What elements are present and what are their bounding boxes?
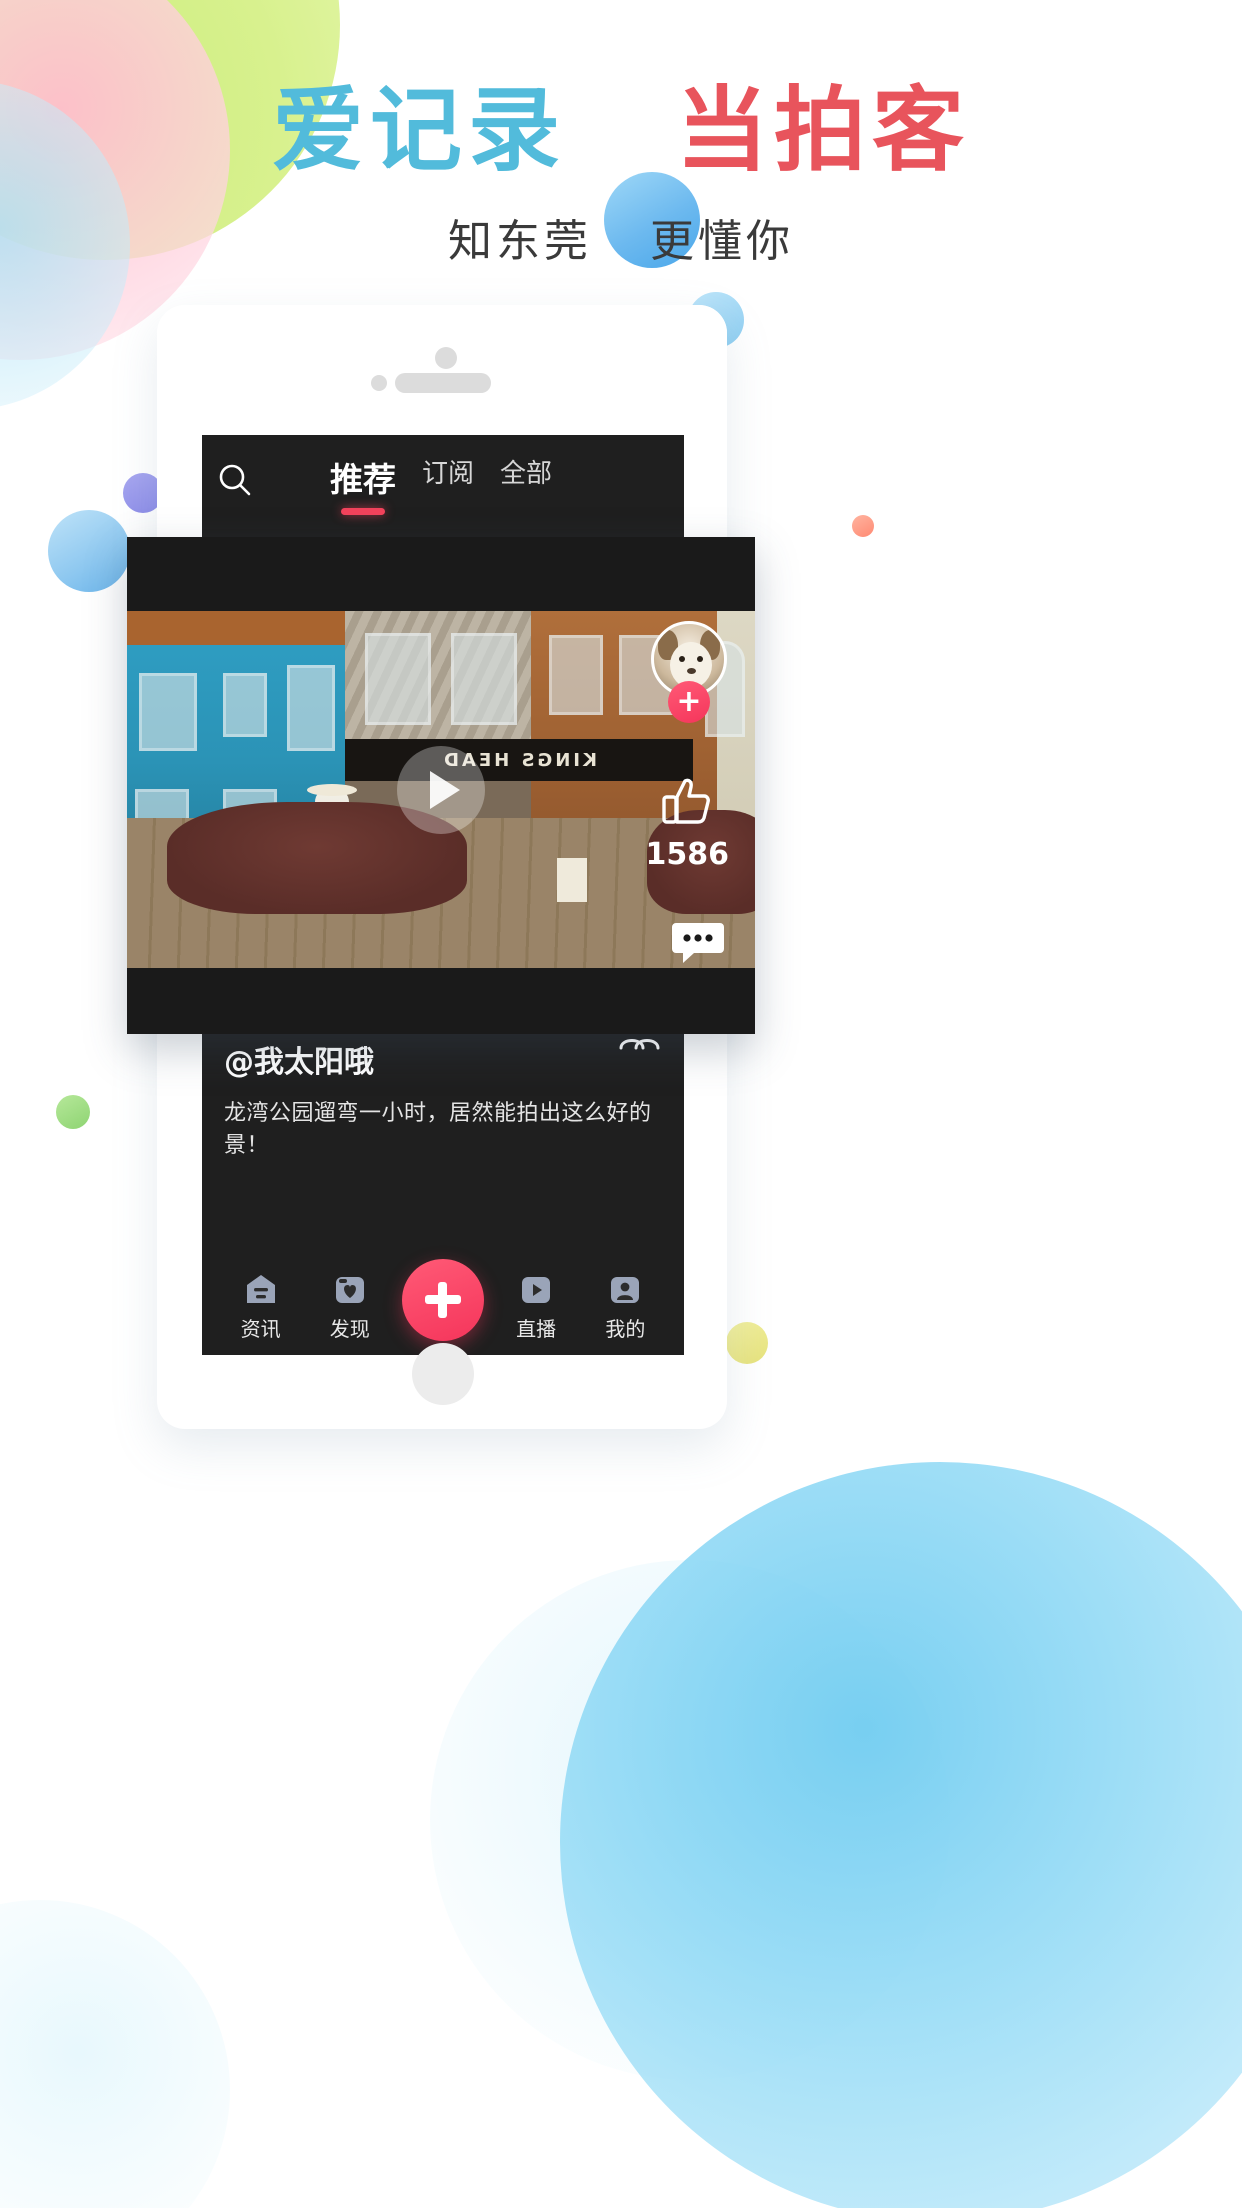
nav-item-news[interactable]: 资讯 — [224, 1272, 298, 1342]
shop-sign: KINGS HEAD — [345, 739, 693, 781]
sensor-dot-icon — [371, 375, 387, 391]
camera-dot-icon — [435, 347, 457, 369]
thumbs-up-icon — [659, 778, 715, 833]
shop-sign-text: KINGS HEAD — [441, 749, 597, 771]
home-button[interactable] — [412, 1343, 474, 1405]
discover-icon — [333, 1272, 367, 1306]
headline-part-2: 当拍客 — [676, 77, 971, 184]
hero-text-block: 爱记录 当拍客 知东莞 更懂你 — [0, 0, 1242, 269]
window-4 — [365, 633, 431, 725]
subtitle-part-2: 更懂你 — [650, 216, 794, 268]
page-title: 爱记录 当拍客 — [0, 80, 1242, 181]
nav-profile-label: 我的 — [605, 1317, 646, 1341]
planter — [557, 858, 587, 902]
nav-news-label: 资讯 — [240, 1317, 281, 1341]
search-icon[interactable] — [216, 461, 254, 499]
window-1 — [139, 673, 197, 751]
live-icon — [519, 1272, 553, 1306]
profile-icon — [608, 1272, 642, 1306]
person-hat — [307, 784, 357, 796]
plus-icon — [424, 1282, 461, 1318]
blob-bottomleft — [0, 1900, 230, 2208]
tab-all[interactable]: 全部 — [500, 453, 552, 504]
window-5 — [451, 633, 517, 725]
like-count: 1586 — [645, 837, 730, 872]
video-card[interactable]: KINGS HEAD + 1586 — [127, 537, 755, 1034]
nav-discover-label: 发现 — [329, 1317, 370, 1341]
tab-recommend-label: 推荐 — [330, 460, 396, 499]
window-2 — [223, 673, 267, 737]
post-caption: 龙湾公园遛弯一小时，居然能拍出这么好的景！ — [224, 1101, 652, 1158]
tab-all-label: 全部 — [500, 459, 553, 489]
page-subtitle: 知东莞 更懂你 — [0, 205, 1242, 269]
tab-active-indicator — [341, 508, 385, 515]
blob-blue-medium — [48, 510, 130, 592]
tab-subscribe-label: 订阅 — [422, 459, 475, 489]
video-card-bottom-bar — [127, 968, 755, 1034]
create-post-button[interactable] — [401, 1259, 484, 1341]
author-avatar-group[interactable]: + — [651, 621, 727, 723]
headline-part-1: 爱记录 — [271, 77, 566, 184]
news-icon — [244, 1272, 278, 1306]
avatar-eye-left — [679, 656, 685, 662]
bottom-navigation: 资讯 发现 直播 我的 — [202, 1259, 684, 1355]
blob-yellow-small — [726, 1322, 768, 1364]
avatar-eye-right — [697, 656, 703, 662]
nav-live-label: 直播 — [516, 1317, 557, 1341]
play-icon[interactable] — [397, 745, 485, 834]
speaker-bar-icon — [395, 373, 491, 393]
phone-notch — [157, 305, 727, 435]
feed-tabs: 推荐 订阅 全部 — [330, 453, 552, 515]
blob-orange-small — [852, 515, 874, 537]
post-username[interactable]: @我太阳哦 — [224, 1037, 664, 1081]
video-card-top-bar — [127, 537, 755, 611]
app-header: 推荐 订阅 全部 — [202, 435, 684, 535]
tab-recommend[interactable]: 推荐 — [330, 453, 396, 515]
play-triangle — [430, 770, 460, 809]
window-6 — [549, 635, 603, 715]
nav-item-live[interactable]: 直播 — [499, 1272, 573, 1342]
window-3 — [287, 665, 335, 751]
follow-button[interactable]: + — [668, 681, 710, 723]
avatar-nose — [687, 668, 696, 674]
subtitle-part-1: 知东莞 — [448, 216, 592, 268]
nav-item-profile[interactable]: 我的 — [588, 1272, 662, 1342]
blob-green-small — [56, 1095, 90, 1129]
like-action[interactable]: 1586 — [645, 773, 730, 872]
nav-item-discover[interactable]: 发现 — [313, 1272, 387, 1342]
building-blue-roof — [127, 611, 345, 645]
tab-subscribe[interactable]: 订阅 — [422, 453, 474, 504]
